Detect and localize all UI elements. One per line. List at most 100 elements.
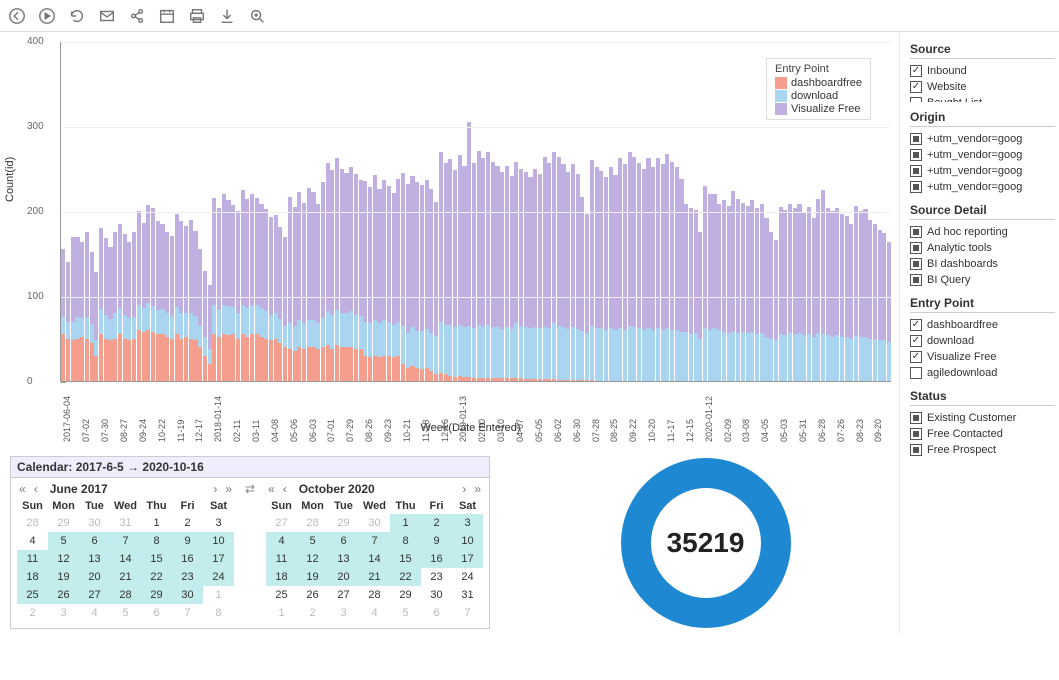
- bar-week[interactable]: [665, 154, 669, 381]
- zoom-icon[interactable]: [248, 7, 266, 25]
- bar-week[interactable]: [722, 200, 726, 381]
- share-icon[interactable]: [128, 7, 146, 25]
- bar-week[interactable]: [670, 162, 674, 381]
- bar-week[interactable]: [349, 167, 353, 381]
- bar-week[interactable]: [217, 208, 221, 381]
- calendar-day[interactable]: 26: [297, 586, 328, 604]
- bar-week[interactable]: [222, 194, 226, 381]
- bar-week[interactable]: [151, 208, 155, 381]
- bar-week[interactable]: [613, 175, 617, 381]
- checkbox-icon[interactable]: [910, 335, 922, 347]
- bar-week[interactable]: [538, 174, 542, 381]
- calendar-day[interactable]: 22: [141, 568, 172, 586]
- calendar-day[interactable]: 1: [266, 604, 297, 622]
- calendar-day[interactable]: 6: [141, 604, 172, 622]
- calendar-day[interactable]: 1: [390, 514, 421, 532]
- bar-week[interactable]: [835, 208, 839, 381]
- calendar-day[interactable]: 18: [17, 568, 48, 586]
- calendar-day[interactable]: 6: [79, 532, 110, 550]
- calendar-day[interactable]: 30: [79, 514, 110, 532]
- bar-week[interactable]: [99, 228, 103, 381]
- bar-week[interactable]: [236, 211, 240, 381]
- bar-week[interactable]: [80, 242, 84, 381]
- calendar-day[interactable]: 6: [421, 604, 452, 622]
- bar-week[interactable]: [797, 204, 801, 381]
- checkbox-icon[interactable]: [910, 65, 922, 77]
- bar-week[interactable]: [698, 232, 702, 381]
- bar-week[interactable]: [146, 205, 150, 381]
- bar-week[interactable]: [675, 167, 679, 381]
- bar-week[interactable]: [646, 158, 650, 381]
- bar-week[interactable]: [226, 200, 230, 381]
- bar-week[interactable]: [61, 249, 65, 381]
- bar-week[interactable]: [302, 203, 306, 381]
- bar-week[interactable]: [448, 159, 452, 381]
- calendar-day[interactable]: 27: [79, 586, 110, 604]
- bar-week[interactable]: [104, 238, 108, 381]
- bar-week[interactable]: [774, 240, 778, 381]
- calendar-day[interactable]: 14: [359, 550, 390, 568]
- bar-week[interactable]: [264, 209, 268, 381]
- calendar-day[interactable]: 28: [297, 514, 328, 532]
- bar-week[interactable]: [618, 158, 622, 381]
- filter-option[interactable]: Existing Customer: [910, 410, 1055, 426]
- bar-week[interactable]: [750, 200, 754, 381]
- bar-week[interactable]: [373, 175, 377, 381]
- calendar-day[interactable]: 17: [203, 550, 234, 568]
- bar-week[interactable]: [269, 217, 273, 381]
- bar-week[interactable]: [90, 252, 94, 381]
- calendar-day[interactable]: 21: [359, 568, 390, 586]
- bar-week[interactable]: [368, 187, 372, 381]
- bar-week[interactable]: [576, 174, 580, 381]
- calendar-link-icon[interactable]: ⇄: [240, 478, 260, 628]
- bar-week[interactable]: [434, 202, 438, 381]
- calendar-day[interactable]: 3: [328, 604, 359, 622]
- bar-week[interactable]: [755, 208, 759, 381]
- calendar-day[interactable]: 13: [328, 550, 359, 568]
- calendar-day[interactable]: 29: [141, 586, 172, 604]
- bar-week[interactable]: [495, 166, 499, 381]
- bar-week[interactable]: [472, 163, 476, 381]
- checkbox-icon[interactable]: [910, 351, 922, 363]
- filter-option[interactable]: +utm_vendor=goog: [910, 147, 1055, 163]
- bar-week[interactable]: [297, 192, 301, 381]
- calendar-day[interactable]: 1: [141, 514, 172, 532]
- calendar-day[interactable]: 27: [328, 586, 359, 604]
- calendar-day[interactable]: 20: [79, 568, 110, 586]
- filter-option[interactable]: Visualize Free: [910, 349, 1055, 365]
- calendar-day[interactable]: 31: [110, 514, 141, 532]
- checkbox-icon[interactable]: [910, 274, 922, 286]
- bar-week[interactable]: [519, 169, 523, 381]
- bar-week[interactable]: [288, 197, 292, 381]
- bar-week[interactable]: [557, 157, 561, 381]
- calendar-day[interactable]: 26: [48, 586, 79, 604]
- calendar-day[interactable]: 11: [266, 550, 297, 568]
- bar-week[interactable]: [731, 191, 735, 381]
- bar-week[interactable]: [717, 204, 721, 381]
- calendar-day[interactable]: 30: [421, 586, 452, 604]
- filter-option[interactable]: BI Query: [910, 272, 1055, 288]
- filter-option[interactable]: Website: [910, 79, 1055, 95]
- bar-week[interactable]: [231, 205, 235, 381]
- calendar-day[interactable]: 6: [328, 532, 359, 550]
- bar-week[interactable]: [245, 199, 249, 381]
- filter-option[interactable]: dashboardfree: [910, 317, 1055, 333]
- bar-week[interactable]: [108, 247, 112, 381]
- calendar-day[interactable]: 8: [390, 532, 421, 550]
- calendar-day[interactable]: 25: [266, 586, 297, 604]
- calendar-day[interactable]: 4: [79, 604, 110, 622]
- calendar-day[interactable]: 5: [390, 604, 421, 622]
- calendar-day[interactable]: 5: [110, 604, 141, 622]
- checkbox-icon[interactable]: [910, 133, 922, 145]
- bar-week[interactable]: [458, 155, 462, 381]
- bar-week[interactable]: [283, 237, 287, 382]
- calendar-day[interactable]: 5: [297, 532, 328, 550]
- bar-week[interactable]: [826, 208, 830, 381]
- bar-week[interactable]: [85, 232, 89, 381]
- bar-week[interactable]: [75, 237, 79, 382]
- bar-week[interactable]: [71, 237, 75, 381]
- calendar-day[interactable]: 15: [390, 550, 421, 568]
- calendar-day[interactable]: 3: [203, 514, 234, 532]
- bar-week[interactable]: [481, 158, 485, 381]
- bar-week[interactable]: [255, 198, 259, 381]
